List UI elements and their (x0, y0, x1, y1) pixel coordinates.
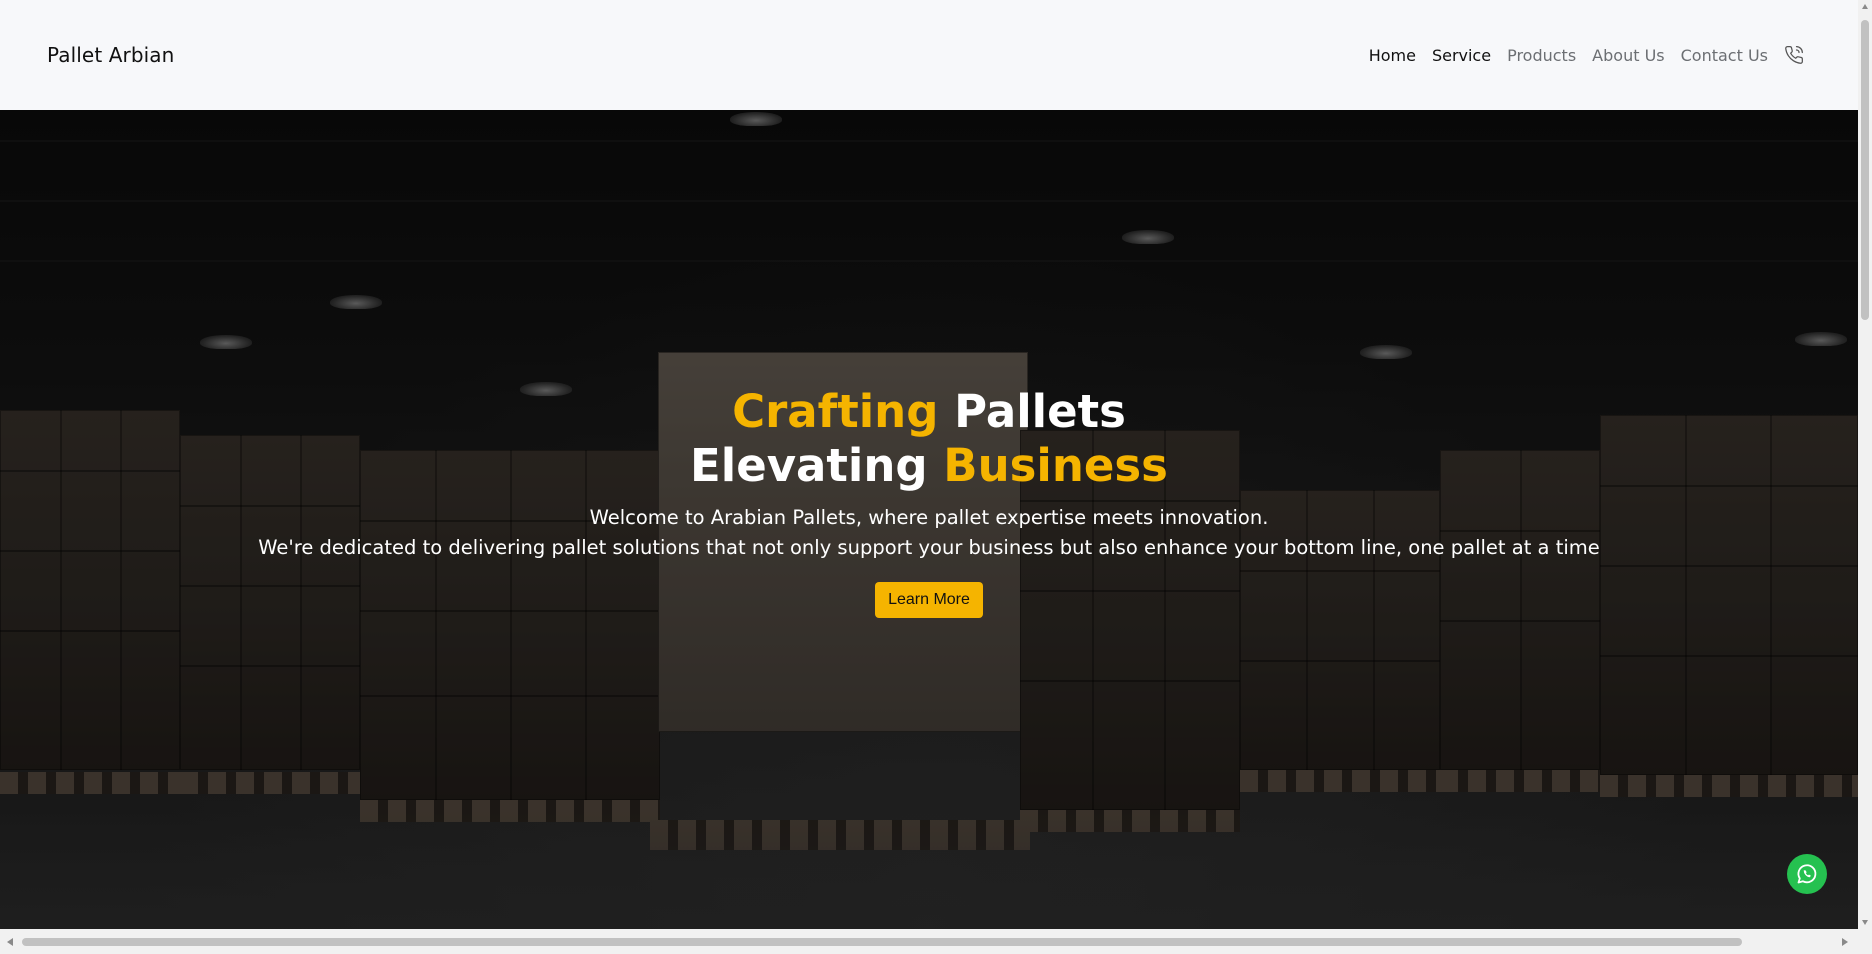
hero-subtext-line1: Welcome to Arabian Pallets, where pallet… (589, 506, 1269, 529)
hero-headline: Crafting Pallets Elevating Business (0, 385, 1858, 493)
hero-content: Crafting Pallets Elevating Business Welc… (0, 385, 1858, 618)
hero-section: Crafting Pallets Elevating Business Welc… (0, 110, 1858, 929)
nav-contact-us[interactable]: Contact Us (1681, 46, 1768, 65)
headline-accent-business: Business (943, 439, 1168, 492)
vertical-scrollbar[interactable] (1858, 0, 1872, 929)
page-viewport: Pallet Arbian Home Service Products Abou… (0, 0, 1858, 929)
scroll-left-arrow-icon[interactable] (5, 937, 15, 947)
vertical-scrollbar-thumb[interactable] (1861, 20, 1869, 320)
scroll-down-arrow-icon[interactable] (1861, 918, 1869, 926)
phone-icon[interactable] (1784, 45, 1804, 65)
horizontal-scrollbar[interactable] (0, 929, 1872, 954)
horizontal-scrollbar-thumb[interactable] (22, 938, 1742, 946)
nav-home[interactable]: Home (1369, 46, 1416, 65)
nav-products[interactable]: Products (1507, 46, 1576, 65)
scroll-up-arrow-icon[interactable] (1861, 3, 1869, 11)
headline-pallets: Pallets (954, 385, 1126, 438)
whatsapp-icon[interactable] (1787, 854, 1827, 894)
headline-accent-crafting: Crafting (732, 385, 939, 438)
main-nav: Home Service Products About Us Contact U… (1369, 45, 1804, 65)
navbar: Pallet Arbian Home Service Products Abou… (0, 0, 1858, 110)
headline-elevating: Elevating (690, 439, 928, 492)
nav-about-us[interactable]: About Us (1592, 46, 1664, 65)
nav-service[interactable]: Service (1432, 46, 1491, 65)
scroll-right-arrow-icon[interactable] (1840, 937, 1850, 947)
learn-more-button[interactable]: Learn More (875, 582, 983, 618)
brand-logo[interactable]: Pallet Arbian (47, 43, 174, 67)
hero-subtext: Welcome to Arabian Pallets, where pallet… (0, 503, 1858, 563)
hero-subtext-line2: We're dedicated to delivering pallet sol… (258, 536, 1600, 559)
